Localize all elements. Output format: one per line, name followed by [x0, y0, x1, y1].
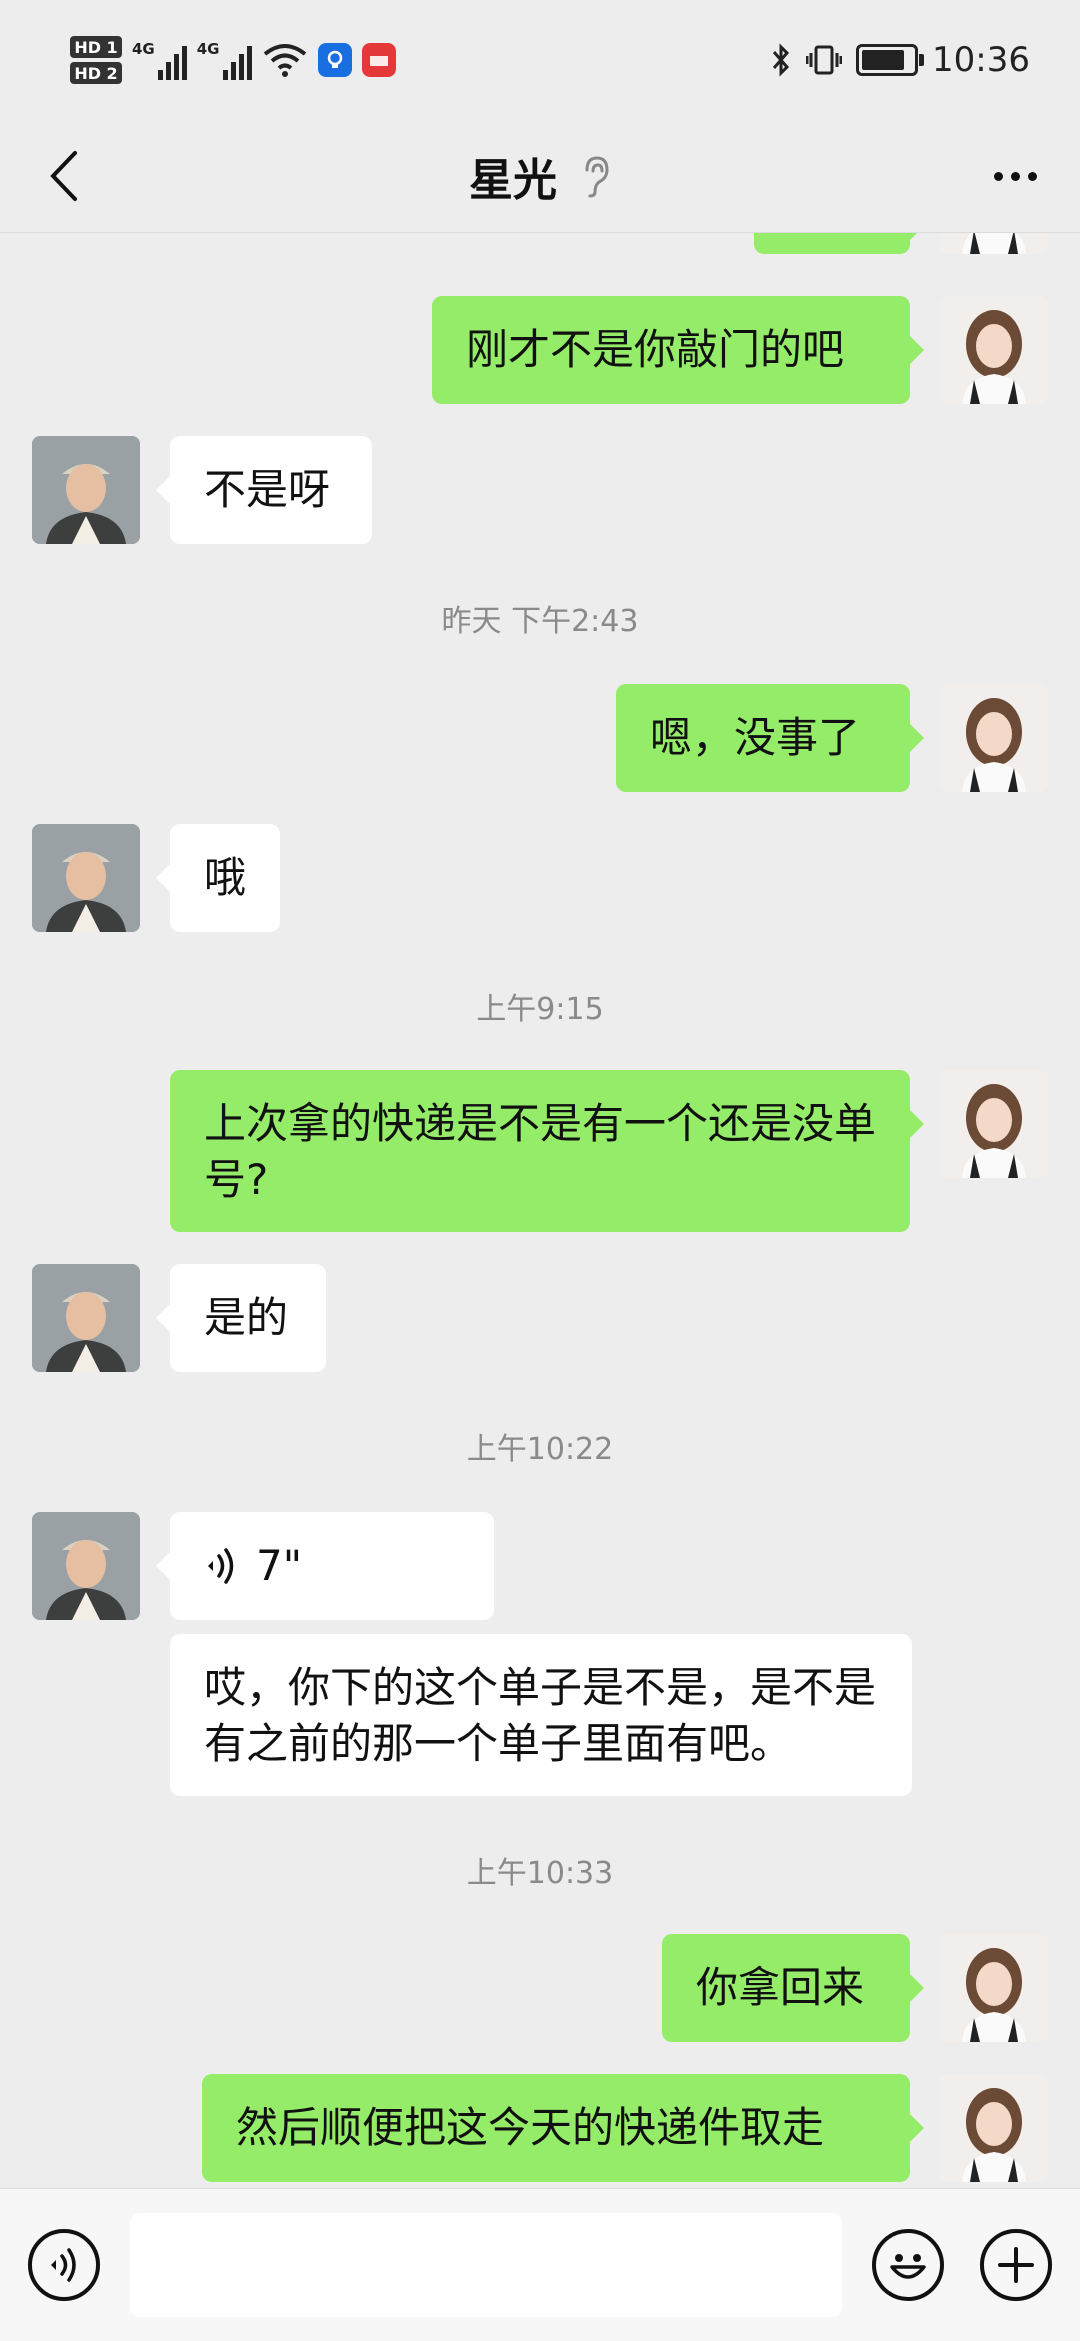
- my-avatar[interactable]: [940, 296, 1048, 404]
- voice-message-bubble[interactable]: 7": [156, 1512, 494, 1620]
- message-timestamp: 上午10:22: [466, 1432, 614, 1467]
- wifi-icon: [263, 44, 306, 77]
- message-text: 刚才不是你敲门的吧: [466, 325, 845, 374]
- more-dots-icon: [993, 171, 1003, 181]
- message-bubble[interactable]: 刚才不是你敲门的吧: [432, 296, 924, 404]
- message-bubble[interactable]: 然后顺便把这今天的快递件取走: [202, 2074, 924, 2182]
- clock: 10:36: [932, 40, 1030, 80]
- sim2-badge: HD 2: [70, 62, 122, 84]
- contact-avatar[interactable]: [32, 1512, 140, 1620]
- my-avatar[interactable]: [940, 232, 1048, 254]
- signal-1-icon: 4G: [132, 40, 187, 80]
- more-button[interactable]: [980, 144, 1050, 208]
- plus-icon: [998, 2247, 1034, 2283]
- message-text: 然后顺便把这今天的快递件取走: [236, 2103, 825, 2152]
- transcript-text: 哎，你下的这个单子是不是，是不是有之前的那一个单子里面有吧。: [204, 1663, 877, 1768]
- status-right: 10:36: [770, 30, 1030, 90]
- message-text: 不是呀: [204, 465, 331, 514]
- vibrate-icon: [806, 45, 843, 75]
- battery-icon: [856, 44, 925, 76]
- message-bubble[interactable]: 是的: [156, 1264, 326, 1372]
- network-1-label: 4G: [132, 40, 155, 58]
- message-text: 是的: [204, 1293, 289, 1342]
- voice-toggle-button[interactable]: [28, 2229, 100, 2301]
- message-bubble[interactable]: 你拿回来: [662, 1934, 924, 2042]
- message-timestamp: 上午9:15: [476, 992, 604, 1027]
- input-bar: [0, 2188, 1080, 2341]
- message-timestamp: 昨天 下午2:43: [441, 604, 639, 639]
- status-bar: HD 1 HD 2 4G 4G 10:36: [0, 0, 1080, 120]
- sim1-badge: HD 1: [70, 36, 122, 58]
- my-avatar[interactable]: [940, 2074, 1048, 2182]
- my-avatar[interactable]: [940, 1934, 1048, 2042]
- contact-avatar[interactable]: [32, 436, 140, 544]
- voice-wave-icon: [208, 1548, 234, 1584]
- message-input[interactable]: [130, 2213, 842, 2317]
- chat-title: 星光: [469, 155, 557, 206]
- message-text: 上次拿的快递是不是有一个还是没单号?: [204, 1099, 877, 1204]
- chat-title-area: 星光: [0, 120, 1080, 232]
- huawei-app-icon: [361, 43, 396, 77]
- chat-area[interactable]: 刚才不是你敲门的吧 不是呀 昨天 下午2:43 嗯，没事了 哦 上午9:15 上…: [0, 232, 1080, 2188]
- voice-duration: 7": [256, 1541, 303, 1590]
- message-text: 哦: [204, 853, 247, 902]
- emoji-button[interactable]: [872, 2229, 944, 2301]
- message-text: 你拿回来: [696, 1963, 865, 2012]
- network-2-label: 4G: [196, 40, 220, 58]
- voice-transcript-bubble[interactable]: 哎，你下的这个单子是不是，是不是有之前的那一个单子里面有吧。: [170, 1634, 912, 1796]
- title-bar: 星光: [0, 120, 1080, 233]
- message-bubble[interactable]: 上次拿的快递是不是有一个还是没单号?: [170, 1070, 924, 1232]
- status-left: HD 1 HD 2 4G 4G: [70, 30, 396, 90]
- emoji-icon: [890, 2254, 926, 2279]
- signal-2-icon: 4G: [197, 40, 252, 80]
- contact-avatar[interactable]: [32, 1264, 140, 1372]
- plus-button[interactable]: [980, 2229, 1052, 2301]
- my-avatar[interactable]: [940, 684, 1048, 792]
- message-bubble[interactable]: 嗯，没事了: [616, 684, 924, 792]
- message-text: 嗯，没事了: [650, 713, 861, 762]
- sim-indicators: HD 1 HD 2: [70, 36, 122, 84]
- assistant-app-icon: [317, 43, 352, 77]
- message-bubble[interactable]: 哦: [156, 824, 280, 932]
- message-bubble-partial[interactable]: [754, 232, 924, 254]
- contact-avatar[interactable]: [32, 824, 140, 932]
- bluetooth-icon: [772, 43, 790, 77]
- message-bubble[interactable]: 不是呀: [156, 436, 372, 544]
- ear-icon: [585, 156, 609, 198]
- my-avatar[interactable]: [940, 1070, 1048, 1178]
- message-timestamp: 上午10:33: [466, 1856, 614, 1891]
- voice-toggle-icon: [51, 2248, 76, 2282]
